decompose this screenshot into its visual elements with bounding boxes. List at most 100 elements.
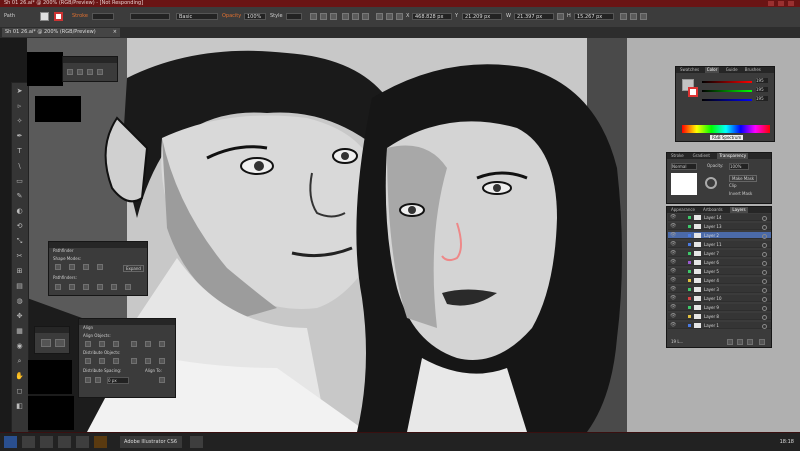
layer-row[interactable]: 👁 Layer 8 [668, 313, 771, 320]
brush-icon[interactable] [87, 69, 93, 75]
tool-icon[interactable]: ⌕ [15, 357, 24, 366]
constrain-icon[interactable] [557, 13, 564, 20]
transform-icon[interactable] [376, 13, 383, 20]
visibility-icon[interactable]: 👁 [670, 259, 676, 266]
visibility-icon[interactable]: 👁 [670, 214, 676, 221]
merge-icon[interactable] [83, 284, 89, 290]
tool-icon[interactable]: ▭ [15, 177, 24, 186]
brush-icon[interactable] [97, 69, 103, 75]
color-panel-tab[interactable]: Guide [724, 67, 740, 73]
align-center-icon[interactable] [320, 13, 327, 20]
minimize-button[interactable] [768, 1, 774, 6]
tool-icon[interactable]: ➤ [15, 87, 24, 96]
divide-icon[interactable] [55, 284, 61, 290]
app-icon[interactable] [76, 436, 89, 448]
stroke-label[interactable]: Stroke [72, 13, 88, 20]
transform-panel-icon[interactable] [620, 13, 627, 20]
style-field[interactable] [286, 13, 302, 20]
vertical-spacing-icon[interactable] [85, 377, 91, 383]
layer-row[interactable]: 👁 Layer 7 [668, 250, 771, 257]
crop-icon[interactable] [97, 284, 103, 290]
fill-swatch[interactable] [40, 12, 49, 21]
red-slider[interactable] [702, 81, 752, 83]
tool-icon[interactable]: T [15, 147, 24, 156]
exclude-icon[interactable] [97, 264, 103, 270]
taskbar-illustrator-button[interactable]: Adobe Illustrator CS6 [120, 436, 182, 448]
tool-icon[interactable]: ✧ [15, 117, 24, 126]
intersect-icon[interactable] [83, 264, 89, 270]
visibility-icon[interactable]: 👁 [670, 277, 676, 284]
brush-icon[interactable] [77, 69, 83, 75]
brush-icon[interactable] [41, 339, 51, 347]
align-vcenter-icon[interactable] [145, 341, 151, 347]
visibility-icon[interactable]: 👁 [670, 223, 676, 230]
tool-icon[interactable]: ◍ [15, 297, 24, 306]
layer-row[interactable]: 👁 Layer 11 [668, 241, 771, 248]
x-field[interactable]: 468.828 px [412, 13, 452, 20]
tool-icon[interactable]: \ [15, 162, 24, 171]
tool-icon[interactable]: ◉ [15, 342, 24, 351]
opacity-field[interactable]: 100% [244, 13, 266, 20]
blend-mode-select[interactable]: Normal [671, 163, 697, 170]
layer-row[interactable]: 👁 Layer 13 [668, 223, 771, 230]
variable-width-field[interactable] [130, 13, 170, 20]
minus-front-icon[interactable] [69, 264, 75, 270]
tool-icon[interactable]: ✋ [15, 372, 24, 381]
target-icon[interactable] [762, 306, 767, 311]
tool-icon[interactable]: ▹ [15, 102, 24, 111]
app-icon[interactable] [190, 436, 203, 448]
explorer-icon[interactable] [22, 436, 35, 448]
layer-row[interactable]: 👁 Layer 6 [668, 259, 771, 266]
align-top-icon[interactable] [131, 341, 137, 347]
invert-mask-checkbox[interactable]: Invert Mask [729, 191, 752, 196]
target-icon[interactable] [762, 252, 767, 257]
layers-panel-tab[interactable]: Appearance [669, 207, 697, 213]
target-icon[interactable] [762, 324, 767, 329]
isolate-icon[interactable] [386, 13, 393, 20]
red-value[interactable]: 195 [756, 78, 768, 83]
opacity-label[interactable]: Opacity [222, 13, 241, 20]
mask-icon[interactable] [705, 177, 717, 189]
close-button[interactable] [788, 1, 794, 6]
distribute-top-icon[interactable] [85, 358, 91, 364]
visibility-icon[interactable]: 👁 [670, 304, 676, 311]
w-field[interactable]: 21.397 px [514, 13, 554, 20]
target-icon[interactable] [762, 243, 767, 248]
reference-point-icon[interactable] [396, 13, 403, 20]
visibility-icon[interactable]: 👁 [670, 313, 676, 320]
layer-row[interactable]: 👁 Layer 10 [668, 295, 771, 302]
target-icon[interactable] [762, 279, 767, 284]
tool-icon[interactable]: ⟲ [15, 222, 24, 231]
distribute-left-icon[interactable] [131, 358, 137, 364]
clip-checkbox[interactable]: Clip [729, 183, 737, 188]
tool-icon[interactable]: ▤ [15, 282, 24, 291]
color-panel-tab[interactable]: Swatches [678, 67, 701, 73]
visibility-icon[interactable]: 👁 [670, 295, 676, 302]
tool-icon[interactable]: ◧ [15, 402, 24, 411]
stroke-weight-field[interactable] [92, 13, 114, 20]
visibility-icon[interactable]: 👁 [670, 322, 676, 329]
trash-icon[interactable] [759, 339, 765, 345]
align-right-icon[interactable] [113, 341, 119, 347]
start-icon[interactable] [4, 436, 17, 448]
visibility-icon[interactable]: 👁 [670, 286, 676, 293]
y-field[interactable]: 21.209 px [462, 13, 502, 20]
green-value[interactable]: 195 [756, 87, 768, 92]
layer-row[interactable]: 👁 Layer 14 [668, 214, 771, 221]
tool-icon[interactable]: ▦ [15, 327, 24, 336]
document-tab[interactable]: Sh 01 26.ai* @ 200% (RGB/Preview) × [2, 28, 120, 37]
trim-icon[interactable] [69, 284, 75, 290]
visibility-icon[interactable]: 👁 [670, 268, 676, 275]
tool-icon[interactable]: ✎ [15, 192, 24, 201]
stroke-swatch[interactable] [688, 87, 698, 97]
blue-value[interactable]: 195 [756, 96, 768, 101]
unite-icon[interactable] [55, 264, 61, 270]
brush-icon[interactable] [67, 69, 73, 75]
distribute-right-icon[interactable] [159, 358, 165, 364]
color-panel-tab[interactable]: Color [704, 67, 720, 73]
align-right-icon[interactable] [330, 13, 337, 20]
expand-button[interactable]: Expand [123, 265, 144, 272]
target-icon[interactable] [762, 315, 767, 320]
browser-icon[interactable] [40, 436, 53, 448]
horizontal-spacing-icon[interactable] [95, 377, 101, 383]
